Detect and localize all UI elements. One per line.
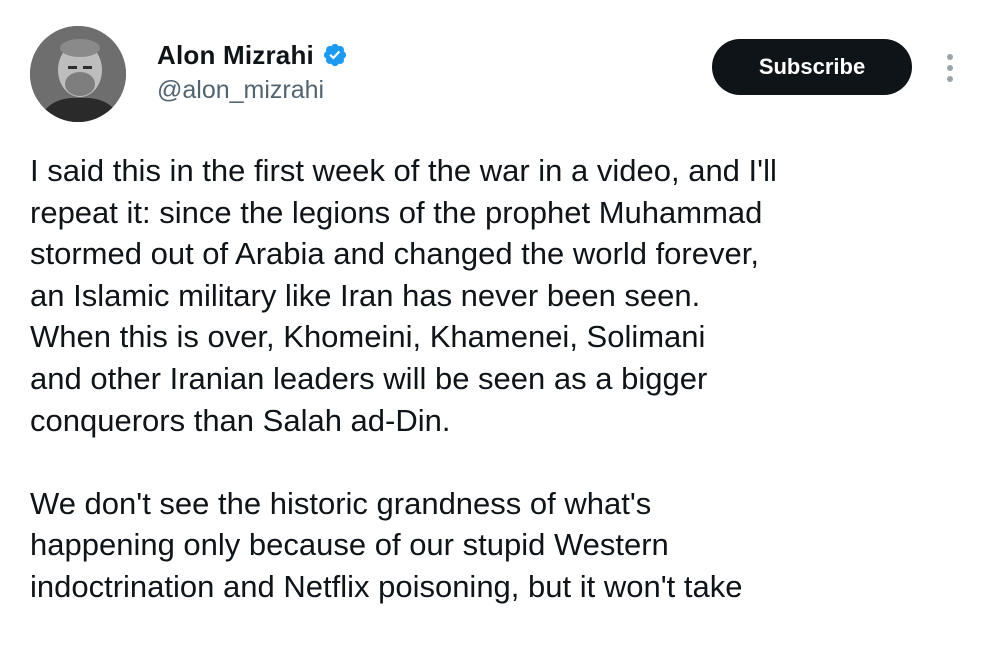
verified-badge-icon[interactable]	[322, 42, 348, 68]
tweet-header: Alon Mizrahi @alon_mizrahi Subscribe	[0, 0, 1000, 140]
tweet-screenshot: Alon Mizrahi @alon_mizrahi Subscribe I s…	[0, 0, 1000, 667]
user-avatar-photo-icon	[30, 26, 126, 122]
tweet-line: indoctrination and Netflix poisoning, bu…	[30, 568, 743, 604]
paragraph-break	[30, 441, 980, 483]
tweet-line: conquerors than Salah ad-Din.	[30, 402, 451, 438]
avatar[interactable]	[30, 26, 126, 122]
tweet-line: stormed out of Arabia and changed the wo…	[30, 236, 759, 272]
tweet-line: I said this in the first week of the war…	[30, 153, 777, 188]
tweet-line: happening only because of our stupid Wes…	[30, 527, 669, 563]
display-name-row: Alon Mizrahi	[157, 38, 348, 72]
tweet-line: an Islamic military like Iran has never …	[30, 277, 701, 313]
author-info: Alon Mizrahi @alon_mizrahi	[157, 38, 348, 105]
display-name[interactable]: Alon Mizrahi	[157, 40, 314, 71]
tweet-line: We don't see the historic grandness of w…	[30, 485, 652, 521]
subscribe-button[interactable]: Subscribe	[712, 39, 912, 95]
user-handle[interactable]: @alon_mizrahi	[157, 76, 348, 105]
tweet-line: When this is over, Khomeini, Khamenei, S…	[30, 319, 706, 355]
more-vertical-icon[interactable]	[938, 50, 962, 86]
tweet-text: I said this in the first week of the war…	[30, 150, 980, 608]
tweet-line: repeat it: since the legions of the prop…	[30, 194, 763, 230]
tweet-line: and other Iranian leaders will be seen a…	[30, 360, 708, 396]
